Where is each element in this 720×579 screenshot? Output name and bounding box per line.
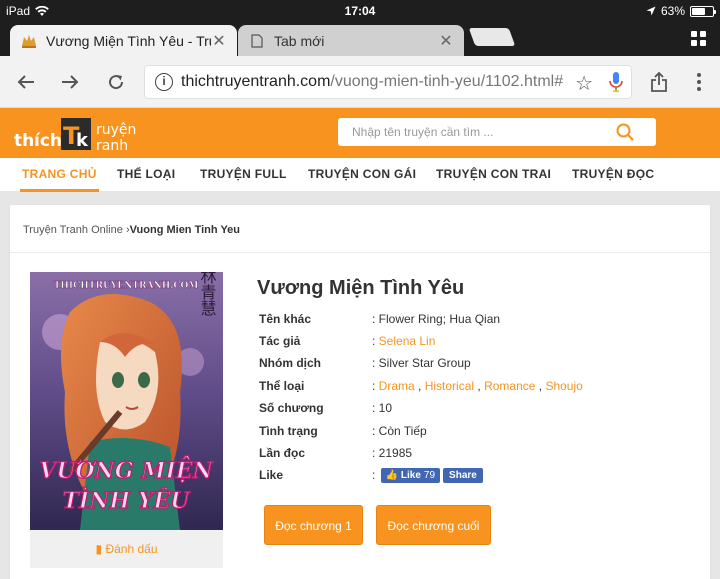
address-bar[interactable]: i thichtruyentranh.com/vuong-mien-tinh-y… xyxy=(144,65,632,99)
new-tab-button[interactable] xyxy=(468,28,516,46)
url-path: /vuong-mien-tinh-yeu/1102.html# xyxy=(330,73,564,90)
info-value: : Drama , Historical , Romance , Shoujo xyxy=(372,379,583,393)
info-value: : 21985 xyxy=(372,446,413,460)
tab-title: Tab mới xyxy=(274,32,325,49)
url-host: thichtruyentranh.com xyxy=(181,73,331,90)
thumbs-up-icon: 👍 xyxy=(385,470,399,482)
like-label: Like xyxy=(400,470,421,482)
more-menu-icon[interactable] xyxy=(687,70,711,94)
nav-item-genres[interactable]: THỂ LOẠI xyxy=(117,158,175,192)
nav-item-home[interactable]: TRANG CHỦ xyxy=(20,158,99,192)
info-label: Tên khác xyxy=(259,312,312,326)
facebook-like-button[interactable]: 👍 Like 79 xyxy=(380,468,441,484)
status-right: 63% xyxy=(646,4,716,18)
nav-item-reading[interactable]: TRUYỆN ĐỌC xyxy=(572,158,654,192)
forward-arrow-icon[interactable] xyxy=(58,70,82,94)
site-logo[interactable]: th ích T k ruyện ranh xyxy=(14,114,144,154)
info-value: : 👍 Like 79 Share xyxy=(372,468,483,484)
info-label: Tình trạng xyxy=(259,424,318,438)
microphone-icon[interactable] xyxy=(609,71,623,98)
close-icon[interactable]: ✕ xyxy=(211,31,227,51)
browser-toolbar: i thichtruyentranh.com/vuong-mien-tinh-y… xyxy=(0,56,720,108)
cover-title-1: VƯƠNG MIỆN xyxy=(39,456,213,484)
search-input[interactable]: Nhập tên truyện cần tìm ... xyxy=(338,118,656,146)
divider xyxy=(10,252,710,253)
info-value: : Selena Lin xyxy=(372,334,436,348)
breadcrumb-root[interactable]: Truyện Tranh Online xyxy=(23,224,123,236)
genre-link[interactable]: Shoujo xyxy=(545,379,582,393)
back-arrow-icon[interactable] xyxy=(14,70,38,94)
nav-item-girls[interactable]: TRUYỆN CON GÁI xyxy=(308,158,416,192)
facebook-share-button[interactable]: Share xyxy=(443,468,483,484)
manga-cover-image[interactable]: THICHTRUYENTRANH.COM 林青慧 VƯƠNG MIỆN TÌNH… xyxy=(30,272,223,530)
like-count: 79 xyxy=(423,470,436,482)
info-label: Thể loại xyxy=(259,379,305,393)
manga-title: Vương Miện Tình Yêu xyxy=(257,277,465,299)
clock: 17:04 xyxy=(344,4,376,18)
svg-text:ích: ích xyxy=(34,131,62,151)
info-value: : Còn Tiếp xyxy=(372,424,427,438)
info-label: Nhóm dịch xyxy=(259,356,321,370)
read-first-chapter-button[interactable]: Đọc chương 1 xyxy=(264,505,363,545)
cover-kanji: 林青慧 xyxy=(198,272,217,316)
info-label: Số chương xyxy=(259,401,324,415)
info-value: : Flower Ring; Hua Qian xyxy=(372,312,501,326)
battery-icon xyxy=(690,5,716,17)
breadcrumb-current: Vuong Mien Tinh Yeu xyxy=(129,224,241,236)
cover-watermark: THICHTRUYENTRANH.COM xyxy=(54,281,199,291)
tab-current[interactable]: Vương Miện Tình Yêu - Truyện ✕ xyxy=(10,25,237,56)
battery-level xyxy=(692,7,705,15)
genre-link[interactable]: Historical xyxy=(425,379,474,393)
tab-strip: Vương Miện Tình Yêu - Truyện ✕ Tab mới ✕ xyxy=(0,22,720,56)
read-last-chapter-button[interactable]: Đọc chương cuối xyxy=(376,505,491,545)
nav-item-boys[interactable]: TRUYỆN CON TRAI xyxy=(436,158,551,192)
search-placeholder: Nhập tên truyện cần tìm ... xyxy=(352,125,494,139)
location-arrow-icon xyxy=(646,6,656,16)
info-label: Tác giả xyxy=(259,334,301,348)
search-icon[interactable] xyxy=(616,123,634,151)
battery-percent: 63% xyxy=(660,4,685,18)
share-icon[interactable] xyxy=(647,70,671,94)
bookmark-icon: ▮ xyxy=(95,542,103,556)
site-favicon-icon xyxy=(20,33,38,49)
author-link[interactable]: Selena Lin xyxy=(379,334,436,348)
info-label: Like xyxy=(259,468,284,482)
status-bar: iPad 17:04 63% xyxy=(0,0,720,22)
info-value: : Silver Star Group xyxy=(372,356,471,370)
site-header: th ích T k ruyện ranh Nhập tên truyện cầ… xyxy=(0,108,720,158)
bookmark-label: Đánh dấu xyxy=(105,542,158,556)
manga-detail-card: Truyện Tranh Online ›Vuong Mien Tinh Yeu xyxy=(9,204,711,579)
info-label: Lần đọc xyxy=(259,446,306,460)
genre-link[interactable]: Drama xyxy=(379,379,415,393)
cover-title-2: TÌNH YÊU xyxy=(63,487,192,514)
info-value: : 10 xyxy=(372,401,393,415)
close-icon[interactable]: ✕ xyxy=(438,31,454,51)
tab-title: Vương Miện Tình Yêu - Truyện xyxy=(46,32,211,49)
page-icon xyxy=(248,33,266,49)
info-icon[interactable]: i xyxy=(155,73,173,91)
svg-text:k: k xyxy=(76,130,89,151)
svg-text:th: th xyxy=(14,131,34,151)
svg-text:ranh: ranh xyxy=(96,138,128,154)
bookmark-button[interactable]: ▮ Đánh dấu xyxy=(30,530,223,568)
tab-new[interactable]: Tab mới ✕ xyxy=(238,25,464,56)
bookmark-star-icon[interactable]: ☆ xyxy=(575,71,593,96)
tab-switcher-icon[interactable] xyxy=(691,31,706,46)
main-nav: TRANG CHỦ THỂ LOẠI TRUYỆN FULL TRUYỆN CO… xyxy=(0,158,720,192)
breadcrumb: Truyện Tranh Online ›Vuong Mien Tinh Yeu xyxy=(23,224,240,236)
genre-link[interactable]: Romance xyxy=(484,379,535,393)
svg-text:ruyện: ruyện xyxy=(96,122,136,138)
nav-item-full[interactable]: TRUYỆN FULL xyxy=(200,158,287,192)
reload-icon[interactable] xyxy=(104,70,128,94)
